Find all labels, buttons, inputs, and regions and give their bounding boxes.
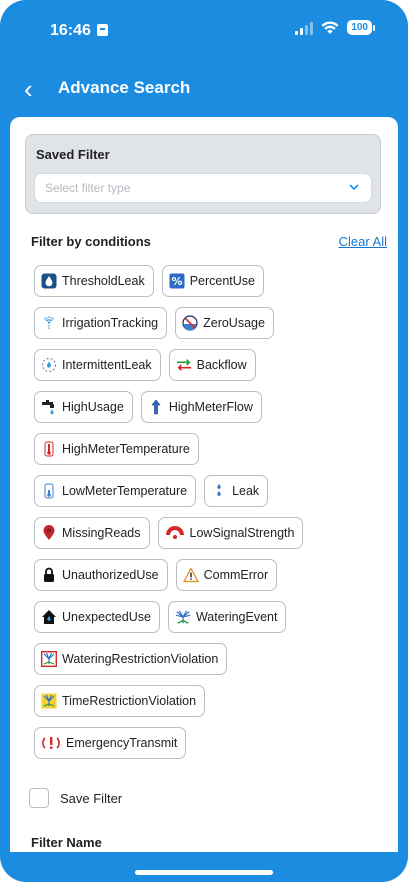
saved-filter-section: Saved Filter Select filter type	[25, 134, 381, 214]
condition-chips: ThresholdLeak % PercentUse IrrigationTrac…	[34, 265, 384, 769]
high-temperature-icon	[41, 441, 57, 457]
chip-zero-usage[interactable]: ZeroUsage	[175, 307, 274, 339]
checkbox-box[interactable]	[29, 788, 49, 808]
chip-row: UnauthorizedUse CommError	[34, 559, 384, 591]
emergency-icon	[41, 735, 61, 751]
chip-low-meter-temperature[interactable]: LowMeterTemperature	[34, 475, 197, 507]
filter-type-select[interactable]: Select filter type	[34, 173, 372, 203]
save-filter-checkbox[interactable]: Save Filter	[29, 788, 122, 808]
save-filter-label: Save Filter	[60, 790, 123, 806]
status-time: 16:46	[50, 22, 108, 40]
chip-backflow[interactable]: Backflow	[168, 349, 256, 381]
chip-row: MissingReads LowSignalStrength	[34, 517, 384, 549]
chip-label: LowMeterTemperature	[62, 484, 188, 498]
chip-percent-use[interactable]: % PercentUse	[161, 265, 265, 297]
threshold-leak-icon	[41, 273, 57, 289]
low-signal-icon	[165, 525, 185, 541]
time-restriction-icon	[41, 693, 57, 709]
backflow-icon	[176, 357, 192, 373]
high-usage-icon	[41, 399, 57, 415]
house-icon	[41, 609, 57, 625]
high-meter-flow-icon	[148, 399, 164, 415]
notification-icon	[96, 24, 108, 36]
svg-text:%: %	[171, 275, 182, 288]
chip-row: HighMeterTemperature	[34, 433, 384, 465]
chip-row: EmergencyTransmit	[34, 727, 384, 759]
chip-label: ThresholdLeak	[62, 274, 145, 288]
chip-unexpected-use[interactable]: UnexpectedUse	[34, 601, 160, 633]
status-indicators: 100	[295, 20, 375, 35]
chip-label: WateringEvent	[195, 610, 278, 624]
chip-row: IntermittentLeak Backflow	[34, 349, 384, 381]
chip-row: LowMeterTemperature Leak	[34, 475, 384, 507]
chip-label: Backflow	[196, 358, 247, 372]
chip-label: UnexpectedUse	[62, 610, 151, 624]
chip-intermittent-leak[interactable]: IntermittentLeak	[34, 349, 161, 381]
missing-reads-icon	[41, 525, 57, 541]
battery-icon: 100	[347, 20, 375, 35]
saved-filter-title: Saved Filter	[36, 147, 110, 162]
clear-all-link[interactable]: Clear All	[339, 234, 387, 249]
chip-row: TimeRestrictionViolation	[34, 685, 384, 717]
cellular-signal-icon	[295, 21, 314, 35]
leak-icon	[211, 483, 227, 499]
watering-restriction-icon	[41, 651, 57, 667]
chip-label: HighMeterTemperature	[62, 442, 190, 456]
chip-time-restriction-violation[interactable]: TimeRestrictionViolation	[34, 685, 206, 717]
back-chevron-icon[interactable]: ‹	[24, 76, 33, 102]
chip-irrigation-tracking[interactable]: IrrigationTracking	[34, 307, 168, 339]
percent-use-icon: %	[169, 273, 185, 289]
wifi-icon	[321, 20, 339, 34]
chip-label: PercentUse	[189, 274, 256, 288]
status-time-text: 16:46	[50, 22, 91, 39]
chip-label: HighUsage	[62, 400, 124, 414]
low-temperature-icon	[41, 483, 57, 499]
chip-low-signal-strength[interactable]: LowSignalStrength	[157, 517, 304, 549]
chip-emergency-transmit[interactable]: EmergencyTransmit	[34, 727, 187, 759]
irrigation-tracking-icon	[41, 315, 57, 331]
intermittent-leak-icon	[41, 357, 57, 373]
chip-leak[interactable]: Leak	[204, 475, 269, 507]
chip-label: WateringRestrictionViolation	[62, 652, 219, 666]
chip-high-meter-flow[interactable]: HighMeterFlow	[140, 391, 262, 423]
chip-high-meter-temperature[interactable]: HighMeterTemperature	[34, 433, 199, 465]
chip-row: ThresholdLeak % PercentUse	[34, 265, 384, 297]
chip-watering-restriction-violation[interactable]: WateringRestrictionViolation	[34, 643, 228, 675]
chip-label: ZeroUsage	[203, 316, 265, 330]
page-title: Advance Search	[58, 78, 191, 97]
chip-row: WateringRestrictionViolation	[34, 643, 384, 675]
chip-unauthorized-use[interactable]: UnauthorizedUse	[34, 559, 168, 591]
nav-bar: ‹ Advance Search	[0, 70, 408, 110]
chevron-down-icon	[349, 184, 359, 191]
chip-label: HighMeterFlow	[168, 400, 253, 414]
chip-label: IrrigationTracking	[62, 316, 159, 330]
chip-label: IntermittentLeak	[62, 358, 152, 372]
status-bar: 16:46 100	[0, 0, 408, 60]
chip-high-usage[interactable]: HighUsage	[34, 391, 133, 423]
chip-label: EmergencyTransmit	[66, 736, 178, 750]
chip-threshold-leak[interactable]: ThresholdLeak	[34, 265, 154, 297]
lock-icon	[41, 567, 57, 583]
chip-label: MissingReads	[62, 526, 141, 540]
filter-type-placeholder: Select filter type	[45, 181, 131, 195]
home-indicator[interactable]	[135, 870, 273, 875]
chip-row: HighUsage HighMeterFlow	[34, 391, 384, 423]
chip-watering-event[interactable]: WateringEvent	[167, 601, 287, 633]
chip-label: Leak	[232, 484, 260, 498]
conditions-title: Filter by conditions	[31, 234, 151, 249]
chip-row: UnexpectedUse WateringEvent	[34, 601, 384, 633]
sprinkler-icon	[175, 609, 191, 625]
chip-row: IrrigationTracking ZeroUsage	[34, 307, 384, 339]
chip-label: UnauthorizedUse	[62, 568, 159, 582]
search-panel: Saved Filter Select filter type Filter b…	[10, 117, 398, 852]
app-screen: 16:46 100 ‹ Advance Search Saved Filter …	[0, 0, 408, 882]
chip-missing-reads[interactable]: MissingReads	[34, 517, 150, 549]
chip-label: LowSignalStrength	[189, 526, 295, 540]
zero-usage-icon	[182, 315, 198, 331]
chip-label: TimeRestrictionViolation	[62, 694, 197, 708]
warning-icon	[182, 567, 199, 583]
chip-label: CommError	[203, 568, 269, 582]
filter-name-title: Filter Name	[31, 835, 102, 850]
chip-comm-error[interactable]: CommError	[175, 559, 278, 591]
